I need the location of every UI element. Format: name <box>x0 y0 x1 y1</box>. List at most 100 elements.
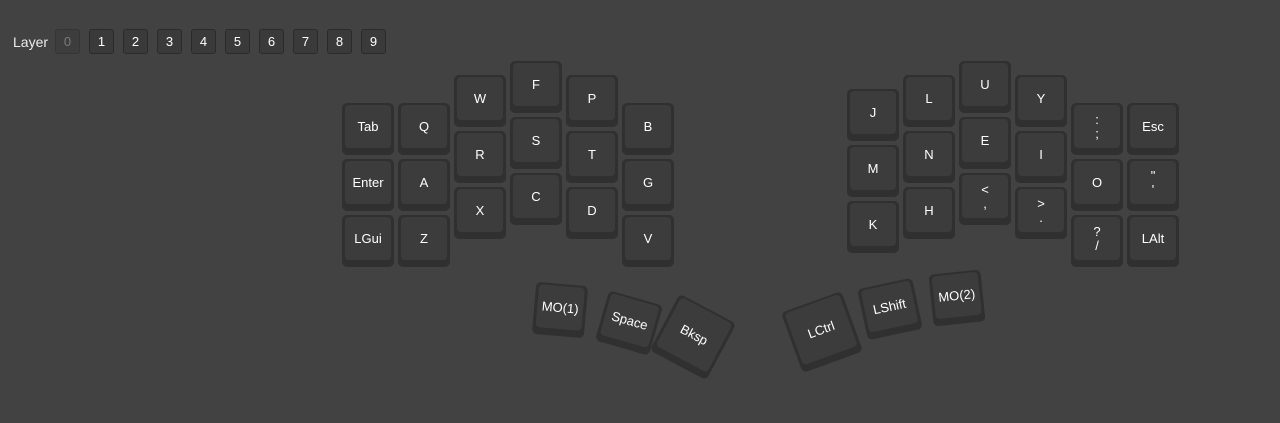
key-x[interactable]: X <box>454 187 506 239</box>
keycap: O <box>1074 161 1120 204</box>
layer-button-8[interactable]: 8 <box>327 29 353 54</box>
key-quoteapostrophe[interactable]: " ' <box>1127 159 1179 211</box>
thumb-key-bksp[interactable]: Bksp <box>649 293 737 381</box>
key-y[interactable]: Y <box>1015 75 1067 127</box>
key-label: Bksp <box>677 321 711 349</box>
keycap: S <box>513 119 559 162</box>
key-g[interactable]: G <box>622 159 674 211</box>
key-label: M <box>867 161 879 176</box>
key-a[interactable]: A <box>398 159 450 211</box>
key-l[interactable]: L <box>903 75 955 127</box>
key-label: W <box>473 91 487 106</box>
keycap: P <box>569 77 615 120</box>
key-m[interactable]: M <box>847 145 899 197</box>
key-label: N <box>924 147 934 162</box>
key-e[interactable]: E <box>959 117 1011 169</box>
keycap: X <box>457 189 503 232</box>
key-label: L <box>925 91 933 106</box>
thumb-key-lshift[interactable]: LShift <box>857 277 923 341</box>
keycap: LCtrl <box>784 293 858 366</box>
key-questionslash[interactable]: ? / <box>1071 215 1123 267</box>
keycap: U <box>962 63 1008 106</box>
key-greaterperiod[interactable]: >. <box>1015 187 1067 239</box>
keycap: LShift <box>860 280 919 333</box>
keycap: T <box>569 133 615 176</box>
keycap: <, <box>962 175 1008 218</box>
key-o[interactable]: O <box>1071 159 1123 211</box>
key-base-label: / <box>1095 237 1099 253</box>
key-lgui[interactable]: LGui <box>342 215 394 267</box>
key-i[interactable]: I <box>1015 131 1067 183</box>
layer-button-9[interactable]: 9 <box>361 29 387 54</box>
layer-button-5[interactable]: 5 <box>225 29 251 54</box>
key-base-label: . <box>1039 209 1043 225</box>
key-esc[interactable]: Esc <box>1127 103 1179 155</box>
layer-button-6[interactable]: 6 <box>259 29 285 54</box>
layer-button-0[interactable]: 0 <box>55 29 81 54</box>
key-label: S <box>531 133 541 148</box>
key-enter[interactable]: Enter <box>342 159 394 211</box>
thumb-key-mo-2[interactable]: MO(2) <box>928 269 986 327</box>
key-label: LGui <box>354 231 382 246</box>
keycap: V <box>625 217 671 260</box>
key-c[interactable]: C <box>510 173 562 225</box>
key-b[interactable]: B <box>622 103 674 155</box>
key-f[interactable]: F <box>510 61 562 113</box>
keycap: D <box>569 189 615 232</box>
keycap: Tab <box>345 105 391 148</box>
key-label: E <box>980 133 990 148</box>
keycap: Bksp <box>655 296 733 373</box>
layer-button-7[interactable]: 7 <box>293 29 319 54</box>
layer-button-1[interactable]: 1 <box>89 29 115 54</box>
thumb-key-lctrl[interactable]: LCtrl <box>780 290 864 374</box>
keycap: W <box>457 77 503 120</box>
key-shift-label: > <box>1037 195 1045 211</box>
key-label: Z <box>420 231 428 246</box>
key-lesscomma[interactable]: <, <box>959 173 1011 225</box>
key-k[interactable]: K <box>847 201 899 253</box>
key-z[interactable]: Z <box>398 215 450 267</box>
key-d[interactable]: D <box>566 187 618 239</box>
key-v[interactable]: V <box>622 215 674 267</box>
keycap: G <box>625 161 671 204</box>
key-label: Enter <box>352 175 384 190</box>
key-colonsemicolon[interactable]: :; <box>1071 103 1123 155</box>
keycap: F <box>513 63 559 106</box>
key-q[interactable]: Q <box>398 103 450 155</box>
key-label: D <box>587 203 597 218</box>
key-tab[interactable]: Tab <box>342 103 394 155</box>
key-r[interactable]: R <box>454 131 506 183</box>
keycap: :; <box>1074 105 1120 148</box>
thumb-key-mo-1[interactable]: MO(1) <box>531 281 589 339</box>
key-shift-label: ? <box>1093 223 1101 239</box>
key-w[interactable]: W <box>454 75 506 127</box>
key-label: H <box>924 203 934 218</box>
layer-button-4[interactable]: 4 <box>191 29 217 54</box>
key-p[interactable]: P <box>566 75 618 127</box>
key-shift-label: " <box>1150 167 1156 183</box>
layer-button-3[interactable]: 3 <box>157 29 183 54</box>
key-t[interactable]: T <box>566 131 618 183</box>
key-label: F <box>532 77 540 92</box>
layer-button-2[interactable]: 2 <box>123 29 149 54</box>
key-u[interactable]: U <box>959 61 1011 113</box>
key-label: MO(2) <box>937 286 976 305</box>
key-label: Y <box>1036 91 1046 106</box>
key-label: MO(1) <box>541 298 580 317</box>
key-s[interactable]: S <box>510 117 562 169</box>
key-label: O <box>1091 175 1103 190</box>
key-j[interactable]: J <box>847 89 899 141</box>
key-h[interactable]: H <box>903 187 955 239</box>
keycap: L <box>906 77 952 120</box>
key-base-label: ; <box>1095 125 1099 141</box>
keycap: Esc <box>1130 105 1176 148</box>
layer-selector: Layer 0 1 2 3 4 5 6 7 8 9 <box>13 28 395 55</box>
keycap: H <box>906 189 952 232</box>
key-label: B <box>643 119 653 134</box>
key-lalt[interactable]: LAlt <box>1127 215 1179 267</box>
key-n[interactable]: N <box>903 131 955 183</box>
keycap: Enter <box>345 161 391 204</box>
key-label: LShift <box>871 295 908 318</box>
key-label: R <box>475 147 485 162</box>
key-label: I <box>1039 147 1043 162</box>
